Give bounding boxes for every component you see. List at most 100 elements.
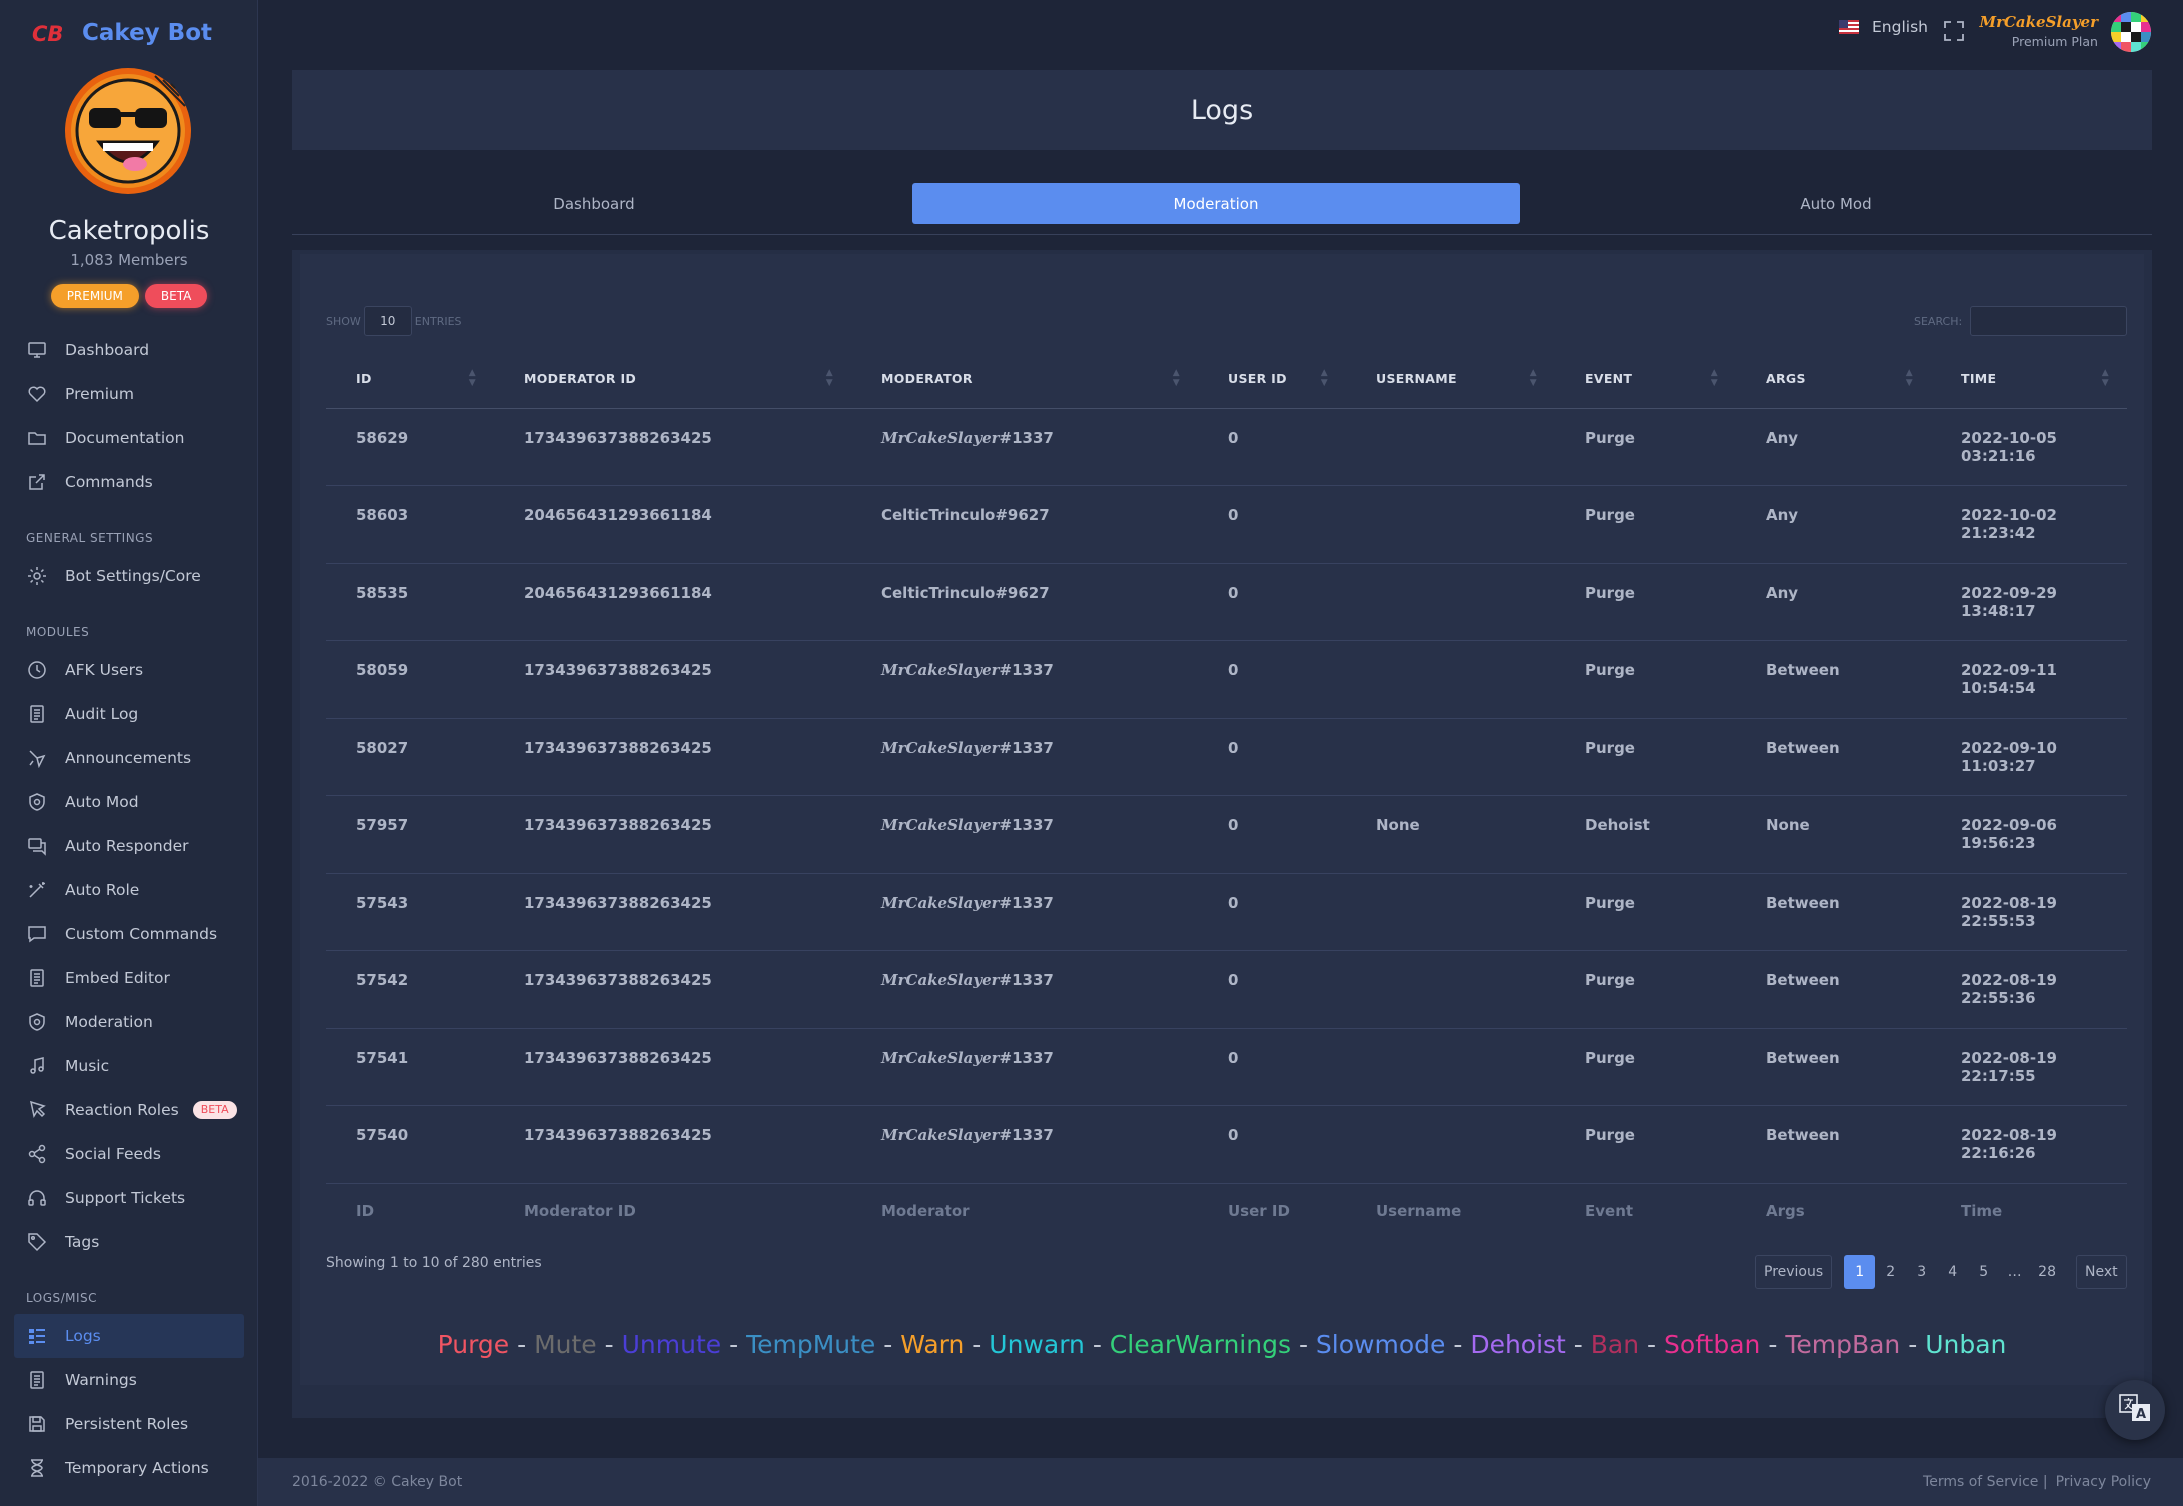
cell-time: 2022-08-19 22:55:53: [1931, 873, 2127, 951]
fullscreen-icon[interactable]: [1943, 20, 1965, 42]
log-time: 11:03:27: [1961, 756, 2036, 775]
search-input[interactable]: [1970, 306, 2127, 336]
legend-separator: -: [1639, 1330, 1665, 1359]
cell-moderator: MrCakeSlayer#1337: [851, 873, 1198, 951]
sidebar-item-label: Embed Editor: [65, 969, 170, 987]
tab-auto-mod[interactable]: Auto Mod: [1534, 183, 2138, 224]
cell-event: Purge: [1555, 485, 1736, 564]
moderator-tag: #9627: [995, 583, 1050, 602]
column-header-event[interactable]: EVENT ▲ ▼: [1555, 350, 1736, 409]
log-date: 2022-10-05: [1961, 428, 2057, 447]
sidebar-item-temporary-actions[interactable]: Temporary Actions: [14, 1446, 244, 1490]
pagination-page-1[interactable]: 1: [1844, 1255, 1876, 1289]
sidebar-item-label: Music: [65, 1057, 110, 1075]
pagination-page-2[interactable]: 2: [1875, 1255, 1906, 1289]
log-time: 22:55:36: [1961, 989, 2036, 1007]
section-logs-misc: LOGS/MISC: [26, 1291, 98, 1305]
sidebar-item-custom-commands[interactable]: Custom Commands: [14, 912, 244, 956]
sidebar-item-audit-log[interactable]: Audit Log: [14, 692, 244, 736]
sidebar-item-reaction-roles[interactable]: Reaction Roles BETA: [14, 1088, 244, 1132]
sidebar-item-documentation[interactable]: Documentation: [14, 416, 244, 460]
cell-user-id: 0: [1198, 950, 1346, 1029]
column-header-moderator[interactable]: MODERATOR ▲ ▼: [851, 350, 1198, 409]
brand[interactable]: CB Cakey Bot: [30, 16, 212, 50]
column-header-time[interactable]: TIME ▲ ▼: [1931, 350, 2127, 409]
sidebar-item-label: Support Tickets: [65, 1189, 186, 1207]
user-avatar[interactable]: [2111, 12, 2151, 52]
sidebar-item-dashboard[interactable]: Dashboard: [14, 328, 244, 372]
cell-event: Purge: [1555, 1105, 1736, 1184]
shield-icon: [26, 791, 48, 813]
sidebar-item-label: Moderation: [65, 1013, 153, 1031]
sidebar-item-auto-mod[interactable]: Auto Mod: [14, 780, 244, 824]
cell-user-id: 0: [1198, 408, 1346, 486]
cell-time: 2022-08-19 22:17:55: [1931, 1028, 2127, 1106]
cell-user-id: 0: [1198, 718, 1346, 796]
sidebar-item-afk-users[interactable]: AFK Users: [14, 648, 244, 692]
column-header-user-id[interactable]: USER ID ▲ ▼: [1198, 350, 1346, 409]
cell-moderator: MrCakeSlayer#1337: [851, 1105, 1198, 1184]
sidebar-item-logs[interactable]: Logs: [14, 1314, 244, 1358]
pagination-page-4[interactable]: 4: [1937, 1255, 1968, 1289]
sidebar-item-warnings[interactable]: Warnings: [14, 1358, 244, 1402]
legend-separator: -: [964, 1330, 990, 1359]
sidebar-general-nav: Bot Settings/Core: [14, 554, 244, 598]
sidebar-item-announcements[interactable]: Announcements: [14, 736, 244, 780]
moderator-name: MrCakeSlayer: [881, 661, 1000, 679]
user-name[interactable]: MrCakeSlayer: [1979, 13, 2098, 31]
tab-dashboard[interactable]: Dashboard: [292, 183, 896, 224]
pagination-page-28[interactable]: 28: [2030, 1255, 2064, 1289]
cell-moderator-id: 173439637388263425: [494, 408, 851, 486]
sidebar-item-bot-settings[interactable]: Bot Settings/Core: [14, 554, 244, 598]
cell-time: 2022-10-02 21:23:42: [1931, 485, 2127, 564]
sidebar-item-moderation[interactable]: Moderation: [14, 1000, 244, 1044]
footer-cell-args: Args: [1766, 1201, 1805, 1220]
sidebar-item-commands[interactable]: Commands: [14, 460, 244, 504]
cell-moderator-id: 173439637388263425: [494, 873, 851, 951]
sidebar-logs-nav: Logs Warnings Persistent Roles Temporary…: [14, 1314, 244, 1490]
sidebar-item-support-tickets[interactable]: Support Tickets: [14, 1176, 244, 1220]
translate-button[interactable]: A: [2105, 1380, 2165, 1440]
sidebar-item-persistent-roles[interactable]: Persistent Roles: [14, 1402, 244, 1446]
server-badges: PREMIUM BETA: [0, 284, 258, 308]
pagination-previous[interactable]: Previous: [1755, 1255, 1833, 1289]
moderator-tag: #1337: [999, 1126, 1054, 1144]
entries-per-page-select[interactable]: 10: [363, 306, 412, 336]
legend-separator: -: [875, 1330, 901, 1359]
column-header-args[interactable]: ARGS ▲ ▼: [1736, 350, 1931, 409]
sidebar-item-auto-role[interactable]: Auto Role: [14, 868, 244, 912]
privacy-policy-link[interactable]: Privacy Policy: [2056, 1474, 2151, 1490]
column-header-id[interactable]: ID ▲ ▼: [326, 350, 494, 409]
sidebar-item-social-feeds[interactable]: Social Feeds: [14, 1132, 244, 1176]
language-selector[interactable]: English: [1839, 18, 1928, 36]
pagination-next[interactable]: Next: [2076, 1255, 2127, 1289]
pagination-page-3[interactable]: 3: [1906, 1255, 1937, 1289]
log-time: 03:21:16: [1961, 446, 2036, 465]
cell-moderator: MrCakeSlayer#1337: [851, 950, 1198, 1029]
sidebar-item-embed-editor[interactable]: Embed Editor: [14, 956, 244, 1000]
moderator-name: MrCakeSlayer: [881, 738, 1000, 757]
cell-time: 2022-09-10 11:03:27: [1931, 718, 2127, 796]
moderator-tag: #1337: [999, 661, 1054, 679]
terms-of-service-link[interactable]: Terms of Service |: [1923, 1474, 2048, 1490]
sidebar-item-premium[interactable]: Premium: [14, 372, 244, 416]
cell-id: 57541: [326, 1028, 494, 1106]
sidebar-item-label: Documentation: [65, 429, 185, 447]
cell-moderator: MrCakeSlayer#1337: [851, 795, 1198, 874]
sidebar-item-tags[interactable]: Tags: [14, 1220, 244, 1264]
moderator-name: MrCakeSlayer: [881, 428, 1000, 447]
cell-moderator-id: 173439637388263425: [494, 1105, 851, 1184]
tab-moderation[interactable]: Moderation: [912, 183, 1520, 224]
cell-time: 2022-09-29 13:48:17: [1931, 563, 2127, 641]
cell-user-id: 0: [1198, 795, 1346, 874]
cell-args: Between: [1736, 1105, 1931, 1184]
sidebar-item-auto-responder[interactable]: Auto Responder: [14, 824, 244, 868]
sidebar-item-music[interactable]: Music: [14, 1044, 244, 1088]
pagination-page-5[interactable]: 5: [1968, 1255, 1999, 1289]
page-title-card: Logs: [292, 70, 2152, 150]
column-header-username[interactable]: USERNAME ▲ ▼: [1346, 350, 1555, 409]
legend-separator: -: [596, 1330, 622, 1359]
cell-moderator-id: 204656431293661184: [494, 485, 851, 564]
clock-icon: [26, 659, 48, 681]
column-header-moderator-id[interactable]: MODERATOR ID ▲ ▼: [494, 350, 851, 409]
